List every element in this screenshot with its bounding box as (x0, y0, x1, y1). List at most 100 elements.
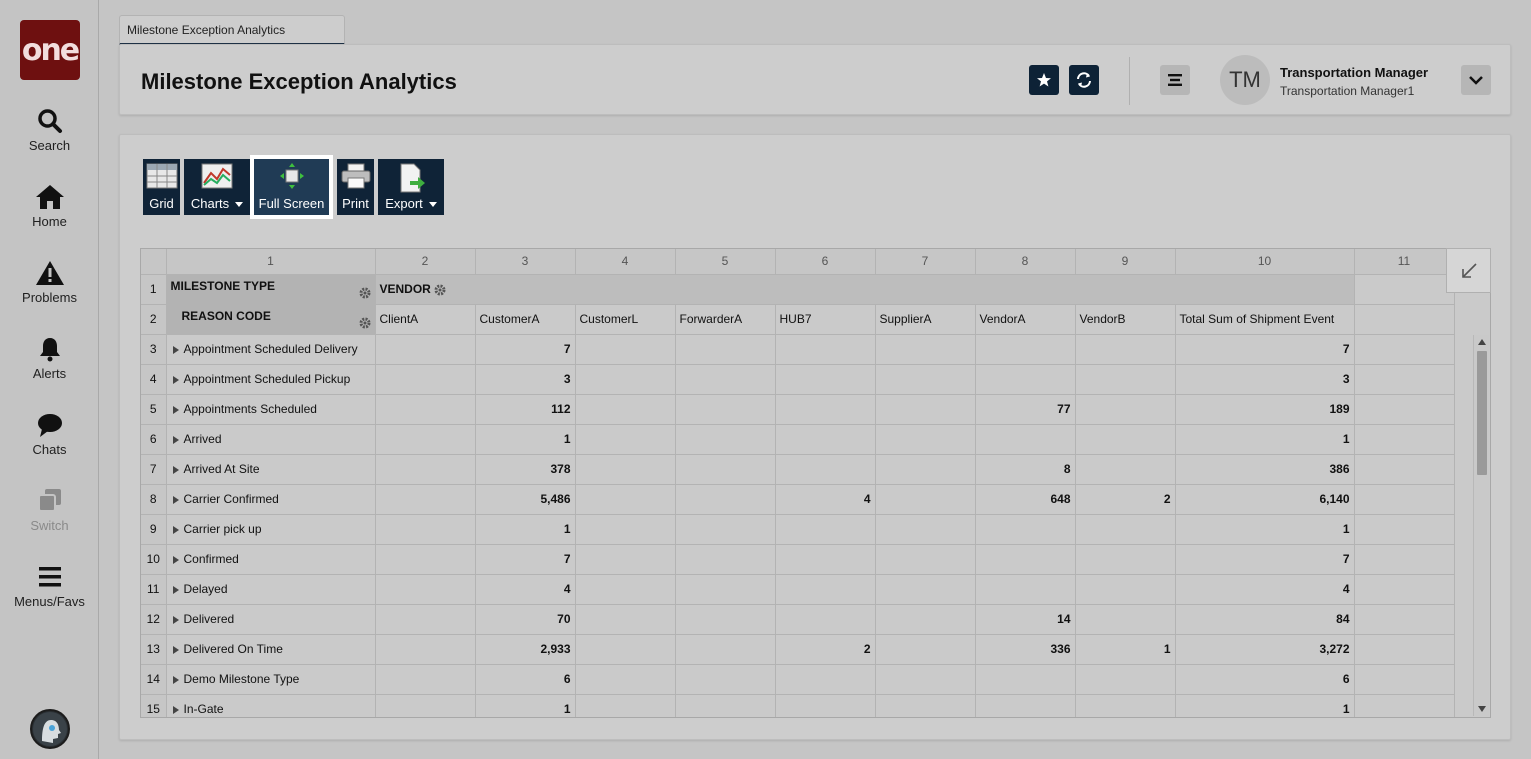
gear-icon[interactable] (359, 287, 371, 299)
nav-problems[interactable]: Problems (0, 260, 99, 320)
nav-home[interactable]: Home (0, 184, 99, 244)
table-cell[interactable] (675, 634, 776, 665)
table-cell[interactable] (975, 424, 1076, 455)
table-cell[interactable]: 378 (475, 454, 576, 485)
table-cell[interactable] (975, 694, 1076, 717)
table-cell[interactable]: 7 (475, 544, 576, 575)
table-cell[interactable] (675, 364, 776, 395)
tab-milestone-exception-analytics[interactable]: Milestone Exception Analytics (119, 15, 345, 45)
table-cell[interactable] (975, 364, 1076, 395)
nav-chats[interactable]: Chats (0, 412, 99, 472)
table-cell[interactable] (675, 484, 776, 515)
table-cell[interactable] (875, 334, 976, 365)
table-cell[interactable] (675, 544, 776, 575)
table-cell[interactable] (375, 694, 476, 717)
vendor-column-header[interactable]: VendorB (1075, 304, 1176, 335)
row-label-cell[interactable]: Carrier pick up (166, 514, 376, 545)
table-cell[interactable] (575, 604, 676, 635)
row-label-cell[interactable]: Carrier Confirmed (166, 484, 376, 515)
table-cell[interactable] (1075, 604, 1176, 635)
table-cell[interactable] (375, 454, 476, 485)
table-cell[interactable] (875, 574, 976, 605)
row-label-cell[interactable]: In-Gate (166, 694, 376, 717)
favorite-button[interactable] (1029, 65, 1059, 95)
scroll-up-icon[interactable] (1478, 339, 1486, 345)
table-cell[interactable]: 3 (475, 364, 576, 395)
table-cell[interactable]: 5,486 (475, 484, 576, 515)
table-cell[interactable]: 70 (475, 604, 576, 635)
table-cell[interactable] (575, 394, 676, 425)
table-cell[interactable] (575, 544, 676, 575)
table-cell[interactable] (1075, 394, 1176, 425)
table-cell[interactable]: 7 (1175, 334, 1355, 365)
table-cell[interactable] (675, 574, 776, 605)
pivot-grid[interactable]: 1 2 3 4 5 6 7 8 9 10 11 1 MILESTONE TYPE… (140, 248, 1491, 718)
nav-menus-favs[interactable]: Menus/Favs (0, 564, 99, 624)
assistant-avatar[interactable] (30, 709, 70, 749)
expand-arrow-icon[interactable] (172, 615, 179, 624)
table-cell[interactable] (875, 604, 976, 635)
table-cell[interactable]: 1 (475, 514, 576, 545)
table-cell[interactable] (375, 544, 476, 575)
vendor-column-header[interactable]: VendorA (975, 304, 1076, 335)
table-cell[interactable] (375, 574, 476, 605)
scroll-down-icon[interactable] (1478, 706, 1486, 712)
table-cell[interactable] (375, 514, 476, 545)
table-cell[interactable] (375, 664, 476, 695)
table-cell[interactable] (875, 454, 976, 485)
table-cell[interactable] (975, 574, 1076, 605)
table-cell[interactable] (675, 424, 776, 455)
table-cell[interactable]: 112 (475, 394, 576, 425)
table-cell[interactable] (1075, 364, 1176, 395)
expand-arrow-icon[interactable] (172, 645, 179, 654)
table-cell[interactable] (375, 364, 476, 395)
table-cell[interactable] (375, 604, 476, 635)
grid-button[interactable]: Grid (143, 159, 180, 215)
app-logo[interactable]: one (20, 20, 80, 80)
expand-arrow-icon[interactable] (172, 405, 179, 414)
table-cell[interactable]: 1 (1175, 424, 1355, 455)
table-cell[interactable]: 2 (775, 634, 876, 665)
vendor-column-header[interactable]: ForwarderA (675, 304, 776, 335)
refresh-button[interactable] (1069, 65, 1099, 95)
table-cell[interactable] (1075, 514, 1176, 545)
row-label-cell[interactable]: Delivered On Time (166, 634, 376, 665)
table-cell[interactable]: 2 (1075, 484, 1176, 515)
table-cell[interactable]: 336 (975, 634, 1076, 665)
table-cell[interactable] (675, 694, 776, 717)
table-cell[interactable]: 2,933 (475, 634, 576, 665)
page-menu-button[interactable] (1160, 65, 1190, 95)
scrollbar-thumb[interactable] (1477, 351, 1487, 475)
table-cell[interactable] (775, 334, 876, 365)
vendor-column-header[interactable]: SupplierA (875, 304, 976, 335)
nav-search[interactable]: Search (0, 108, 99, 168)
table-cell[interactable] (575, 514, 676, 545)
table-cell[interactable] (1075, 544, 1176, 575)
table-cell[interactable]: 84 (1175, 604, 1355, 635)
table-cell[interactable] (775, 544, 876, 575)
table-cell[interactable] (1075, 424, 1176, 455)
expand-arrow-icon[interactable] (172, 525, 179, 534)
row-label-cell[interactable]: Appointments Scheduled (166, 394, 376, 425)
user-avatar[interactable]: TM (1220, 55, 1270, 105)
vendor-column-header[interactable]: ClientA (375, 304, 476, 335)
table-cell[interactable] (575, 484, 676, 515)
user-menu-dropdown[interactable] (1461, 65, 1491, 95)
table-cell[interactable] (775, 424, 876, 455)
table-cell[interactable] (875, 544, 976, 575)
table-cell[interactable] (575, 334, 676, 365)
table-cell[interactable] (775, 664, 876, 695)
table-cell[interactable]: 6,140 (1175, 484, 1355, 515)
row-label-cell[interactable]: Confirmed (166, 544, 376, 575)
table-cell[interactable]: 6 (475, 664, 576, 695)
expand-arrow-icon[interactable] (172, 375, 179, 384)
table-cell[interactable]: 1 (1175, 694, 1355, 717)
nav-alerts[interactable]: Alerts (0, 336, 99, 396)
expand-arrow-icon[interactable] (172, 345, 179, 354)
table-cell[interactable] (575, 574, 676, 605)
vendor-column-header[interactable]: HUB7 (775, 304, 876, 335)
expand-arrow-icon[interactable] (172, 465, 179, 474)
full-screen-button[interactable]: Full Screen (250, 155, 333, 219)
table-cell[interactable] (575, 364, 676, 395)
table-cell[interactable]: 3,272 (1175, 634, 1355, 665)
